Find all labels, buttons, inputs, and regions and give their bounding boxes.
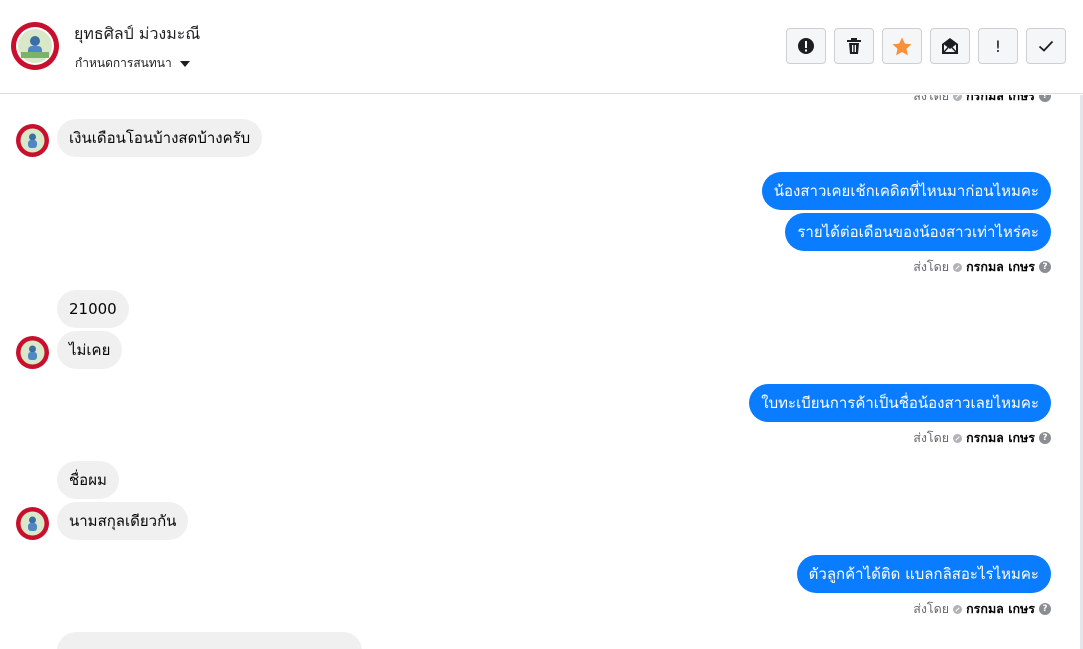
check-icon: [1038, 40, 1054, 52]
priority-icon: !: [994, 36, 1002, 56]
sent-by-prefix: ส่งโดย: [913, 601, 950, 616]
avatar: [16, 507, 49, 540]
outgoing-message[interactable]: รายได้ต่อเดือนของน้องสาวเท่าไหร่คะ: [785, 213, 1051, 251]
help-icon[interactable]: ?: [1039, 603, 1051, 615]
inbox-conversation: ยุทธศิลป์ ม่วงมะณี กำหนดการสนทนา ! ส่งโด…: [0, 0, 1083, 649]
report-button[interactable]: [786, 28, 826, 64]
conversation-header: ยุทธศิลป์ ม่วงมะณี กำหนดการสนทนา !: [0, 0, 1083, 94]
sent-by-label: ส่งโดย กรกมล เกษร ?: [913, 257, 1051, 277]
verified-icon: [953, 95, 963, 101]
sent-by-agent: กรกมล เกษร: [966, 95, 1035, 103]
assign-label: กำหนดการสนทนา: [75, 56, 172, 70]
help-icon[interactable]: ?: [1039, 95, 1051, 102]
incoming-message[interactable]: 21000: [57, 290, 129, 328]
contact-name: ยุทธศิลป์ ม่วงมะณี: [74, 24, 201, 43]
sent-by-prefix: ส่งโดย: [913, 259, 950, 274]
priority-button[interactable]: !: [978, 28, 1018, 64]
mark-unread-button[interactable]: [930, 28, 970, 64]
help-icon[interactable]: ?: [1039, 261, 1051, 273]
outgoing-message[interactable]: ตัวลูกค้าได้ติด แบลกลิสอะไรไหมคะ: [796, 555, 1051, 593]
verified-icon: [953, 604, 963, 614]
avatar[interactable]: [11, 22, 59, 70]
sent-by-label: ส่งโดย กรกมล เกษร ?: [913, 599, 1051, 619]
avatar: [16, 336, 49, 369]
incoming-message[interactable]: นามสกุลเดียวกัน: [57, 502, 189, 540]
outgoing-message[interactable]: ใบทะเบียนการค้าเป็นชื่อน้องสาวเลยไหมคะ: [749, 384, 1051, 422]
verified-icon: [953, 433, 963, 443]
mark-done-button[interactable]: [1026, 28, 1066, 64]
report-icon: [798, 38, 814, 54]
sent-by-agent: กรกมล เกษร: [966, 430, 1035, 445]
sent-by-label: ส่งโดย กรกมล เกษร ?: [913, 95, 1051, 106]
message-thread[interactable]: ส่งโดย กรกมล เกษร ? เงินเดือนโอนบ้างสดบ้…: [0, 95, 1083, 649]
verified-icon: [953, 262, 963, 272]
avatar: [16, 124, 49, 157]
star-icon: [892, 37, 912, 55]
sent-by-agent: กรกมล เกษร: [966, 601, 1035, 616]
help-icon[interactable]: ?: [1039, 432, 1051, 444]
incoming-message[interactable]: ชื่อผม: [57, 461, 119, 499]
incoming-message-partial[interactable]: [57, 632, 362, 649]
header-toolbar: !: [786, 28, 1066, 64]
assign-conversation-dropdown[interactable]: กำหนดการสนทนา: [75, 54, 190, 73]
mark-unread-icon: [942, 38, 958, 54]
sent-by-prefix: ส่งโดย: [913, 430, 950, 445]
sent-by-agent: กรกมล เกษร: [966, 259, 1035, 274]
trash-icon: [847, 38, 861, 54]
sent-by-label: ส่งโดย กรกมล เกษร ?: [913, 428, 1051, 448]
delete-button[interactable]: [834, 28, 874, 64]
incoming-message[interactable]: ไม่เคย: [57, 331, 123, 369]
caret-down-icon: [179, 60, 190, 67]
sent-by-prefix: ส่งโดย: [913, 95, 950, 103]
incoming-message[interactable]: เงินเดือนโอนบ้างสดบ้างครับ: [57, 119, 263, 157]
star-button[interactable]: [882, 28, 922, 64]
outgoing-message[interactable]: น้องสาวเคยเช้กเคดิตที่ไหนมาก่อนไหมคะ: [761, 172, 1051, 210]
